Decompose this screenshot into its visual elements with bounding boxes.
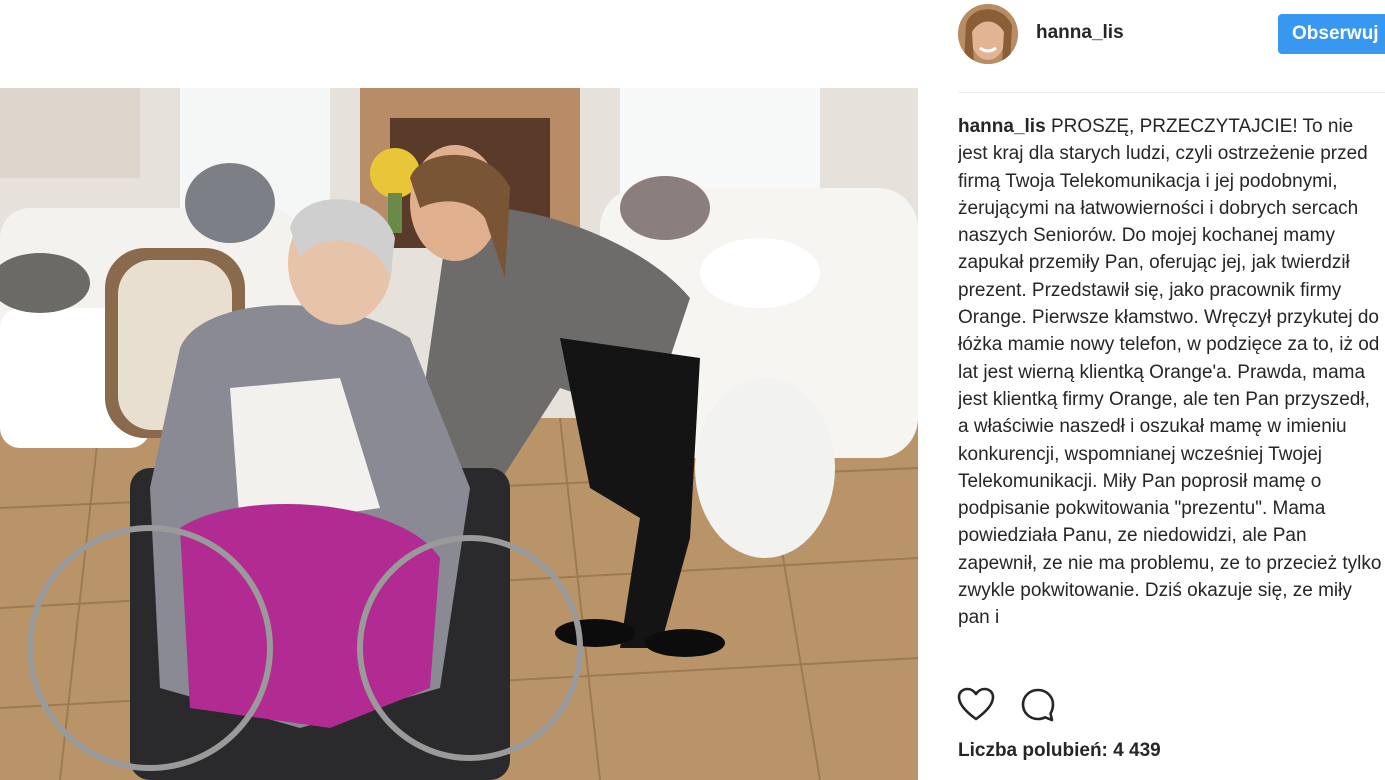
photo-illustration bbox=[0, 88, 918, 780]
caption-username[interactable]: hanna_lis bbox=[958, 116, 1046, 137]
post-sidebar: hanna_lis Obserwuj hanna_lis PROSZĘ, PRZ… bbox=[918, 0, 1385, 780]
avatar[interactable] bbox=[958, 4, 1018, 64]
comment-icon[interactable] bbox=[1018, 685, 1058, 725]
post-header: hanna_lis Obserwuj bbox=[918, 0, 1385, 92]
post-username[interactable]: hanna_lis bbox=[1036, 22, 1124, 44]
caption-text: PROSZĘ, PRZECZYTAJCIE! To nie jest kraj … bbox=[958, 116, 1382, 629]
post-actions bbox=[918, 685, 1385, 735]
likes-count[interactable]: Liczba polubień: 4 439 bbox=[958, 740, 1161, 762]
header-divider bbox=[958, 92, 1385, 93]
post-photo[interactable] bbox=[0, 88, 918, 780]
post-caption: hanna_lis PROSZĘ, PRZECZYTAJCIE! To nie … bbox=[958, 113, 1383, 673]
heart-icon[interactable] bbox=[956, 685, 996, 725]
avatar-image bbox=[958, 4, 1018, 64]
follow-button[interactable]: Obserwuj bbox=[1278, 14, 1385, 54]
